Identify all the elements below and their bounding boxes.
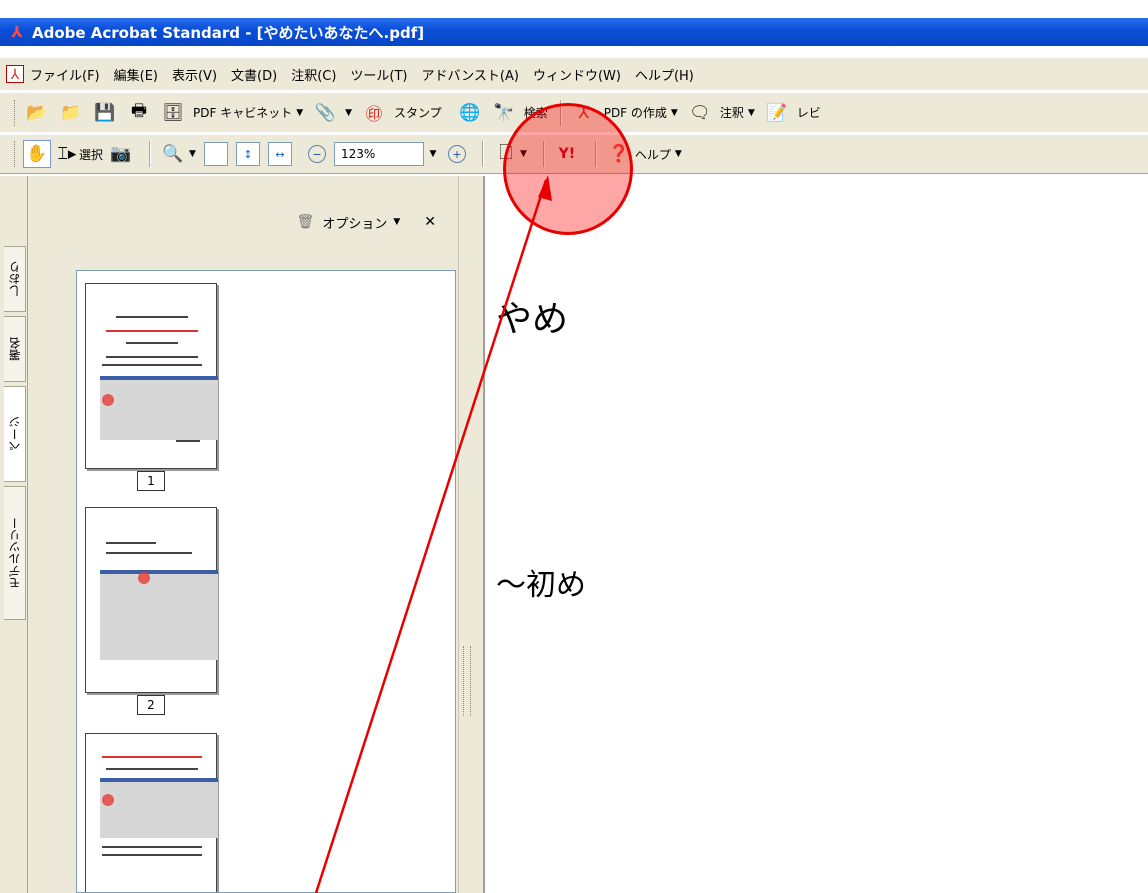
menu-bar: ⅄ ファイル(F) 編集(E) 表示(V) 文書(D) 注釈(C) ツール(T)… — [0, 58, 1148, 90]
review-icon[interactable]: 📝 — [763, 99, 791, 127]
menu-view[interactable]: 表示(V) — [172, 65, 217, 84]
title-bar: ⅄ Adobe Acrobat Standard - [やめたいあなたへ.pdf… — [0, 18, 1148, 46]
panel-splitter[interactable] — [458, 176, 484, 893]
thumb-text-line — [102, 854, 202, 856]
document-icon[interactable]: ⅄ — [6, 65, 24, 83]
zoom-out-icon[interactable]: − — [307, 145, 326, 163]
thumb-text-line — [102, 846, 202, 848]
toolbar-grip[interactable] — [14, 141, 17, 167]
menu-edit[interactable]: 編集(E) — [114, 65, 158, 84]
toolbar-grip[interactable] — [14, 99, 17, 126]
review-button[interactable]: レビ — [797, 104, 821, 121]
window-title: Adobe Acrobat Standard - [やめたいあなたへ.pdf] — [32, 23, 425, 42]
panel-header: 🗑 オプション ▼ ✕ — [28, 176, 458, 268]
tab-bookmarks[interactable]: しおり — [4, 246, 26, 312]
stamp-button[interactable]: スタンプ — [394, 104, 442, 121]
thumb-screenshot — [100, 570, 218, 660]
document-view[interactable] — [484, 176, 1148, 893]
tab-bookmarks-label: しおり — [8, 261, 22, 297]
page-number-1: 1 — [137, 471, 165, 491]
menu-comments[interactable]: 注釈(C) — [291, 65, 336, 84]
organizer-icon[interactable]: 📁 — [57, 99, 85, 127]
annotate-button[interactable]: 注釈 — [720, 104, 744, 121]
select-text-icon[interactable]: ⌶▸ — [57, 140, 77, 168]
zoom-in-icon[interactable]: 🔍 — [159, 140, 187, 168]
chevron-down-icon[interactable]: ▼ — [345, 108, 352, 118]
splitter-handle[interactable] — [463, 646, 471, 716]
thumb-text-line — [176, 440, 200, 442]
tab-signatures[interactable]: 署名 — [4, 316, 26, 382]
thumb-text-line — [106, 552, 192, 554]
chevron-down-icon[interactable]: ▼ — [296, 108, 303, 118]
highlight-circle — [503, 103, 633, 235]
page-thumbnails[interactable]: 1 2 ▲ ≡ — [76, 270, 456, 893]
menu-help[interactable]: ヘルプ(H) — [635, 65, 694, 84]
page-thumbnail-1[interactable] — [85, 283, 218, 469]
folder-open-icon[interactable]: 📂 — [23, 99, 51, 127]
page-thumbnail-2[interactable] — [85, 507, 218, 693]
pages-panel: 🗑 オプション ▼ ✕ 1 2 — [28, 176, 458, 893]
close-icon[interactable]: ✕ — [424, 214, 436, 230]
thumb-red-dot — [138, 572, 150, 584]
print-icon[interactable]: 🖶 — [125, 99, 153, 127]
snapshot-icon[interactable]: 📷 — [107, 140, 135, 168]
thumb-text-line — [116, 316, 188, 318]
hand-icon[interactable]: ✋ — [23, 140, 51, 168]
thumb-red-dot — [102, 794, 114, 806]
tab-pages-label: ページ — [8, 416, 22, 452]
save-icon[interactable]: 💾 — [91, 99, 119, 127]
menu-advanced[interactable]: アドバンスト(A) — [422, 65, 519, 84]
trash-icon[interactable]: 🗑 — [297, 214, 315, 230]
tab-pages[interactable]: ページ — [4, 386, 26, 482]
page-number-2: 2 — [137, 695, 165, 715]
chevron-down-icon[interactable]: ▼ — [675, 149, 682, 159]
zoom-input[interactable]: 123% — [333, 142, 424, 166]
options-button[interactable]: オプション — [322, 213, 387, 232]
actual-size-button[interactable] — [203, 142, 228, 166]
navigation-tabs: しおり 署名 ページ モデルツリー — [0, 176, 28, 893]
chevron-down-icon[interactable]: ▼ — [671, 108, 678, 118]
thumb-screenshot — [100, 376, 218, 440]
zoom-in-circle-icon[interactable]: + — [447, 145, 466, 163]
chevron-down-icon[interactable]: ▼ — [748, 108, 755, 118]
tab-model-tree[interactable]: モデルツリー — [4, 486, 26, 620]
create-pdf-button[interactable]: PDF の作成 — [604, 104, 667, 121]
fit-page-button[interactable]: ↕ — [235, 142, 260, 166]
help-button[interactable]: ヘルプ — [635, 146, 671, 163]
fit-width-button[interactable]: ↔ — [267, 142, 292, 166]
pdf-cabinet-button[interactable]: PDF キャビネット — [193, 104, 292, 121]
thumb-text-line — [106, 330, 198, 332]
thumb-text-line — [106, 542, 156, 544]
menu-file[interactable]: ファイル(F) — [30, 65, 100, 84]
menu-window[interactable]: ウィンドウ(W) — [533, 65, 621, 84]
thumb-screenshot — [100, 778, 218, 838]
thumb-text-line — [102, 364, 202, 366]
thumb-text-line — [106, 768, 198, 770]
chevron-down-icon[interactable]: ▼ — [426, 142, 440, 166]
stamp-icon[interactable]: ㊞ — [360, 99, 388, 127]
tab-model-tree-label: モデルツリー — [8, 517, 22, 589]
thumb-text-line — [126, 342, 178, 344]
toolbar-separator — [149, 141, 152, 167]
thumb-text-line — [102, 756, 202, 758]
email-globe-icon[interactable]: 🌐 — [456, 99, 484, 127]
toolbar-separator — [481, 141, 484, 167]
document-title-text: やめ — [496, 299, 569, 340]
cabinet-icon[interactable]: 🗄 — [159, 99, 187, 127]
select-button[interactable]: 選択 — [79, 146, 103, 163]
comment-icon[interactable]: 🗨 — [686, 99, 714, 127]
menu-tools[interactable]: ツール(T) — [350, 65, 407, 84]
document-subtitle-text: ～初め — [496, 568, 586, 603]
thumb-red-dot — [102, 394, 114, 406]
tab-signatures-label: 署名 — [8, 337, 22, 361]
menu-document[interactable]: 文書(D) — [231, 65, 277, 84]
chevron-down-icon[interactable]: ▼ — [189, 149, 196, 159]
acrobat-icon: ⅄ — [11, 23, 23, 41]
page-thumbnail-3[interactable] — [85, 733, 218, 892]
binoculars-icon[interactable]: 🔭 — [490, 99, 518, 127]
paperclip-icon[interactable]: 📎 — [311, 99, 339, 127]
thumb-text-line — [106, 356, 198, 358]
chevron-down-icon[interactable]: ▼ — [393, 217, 400, 227]
